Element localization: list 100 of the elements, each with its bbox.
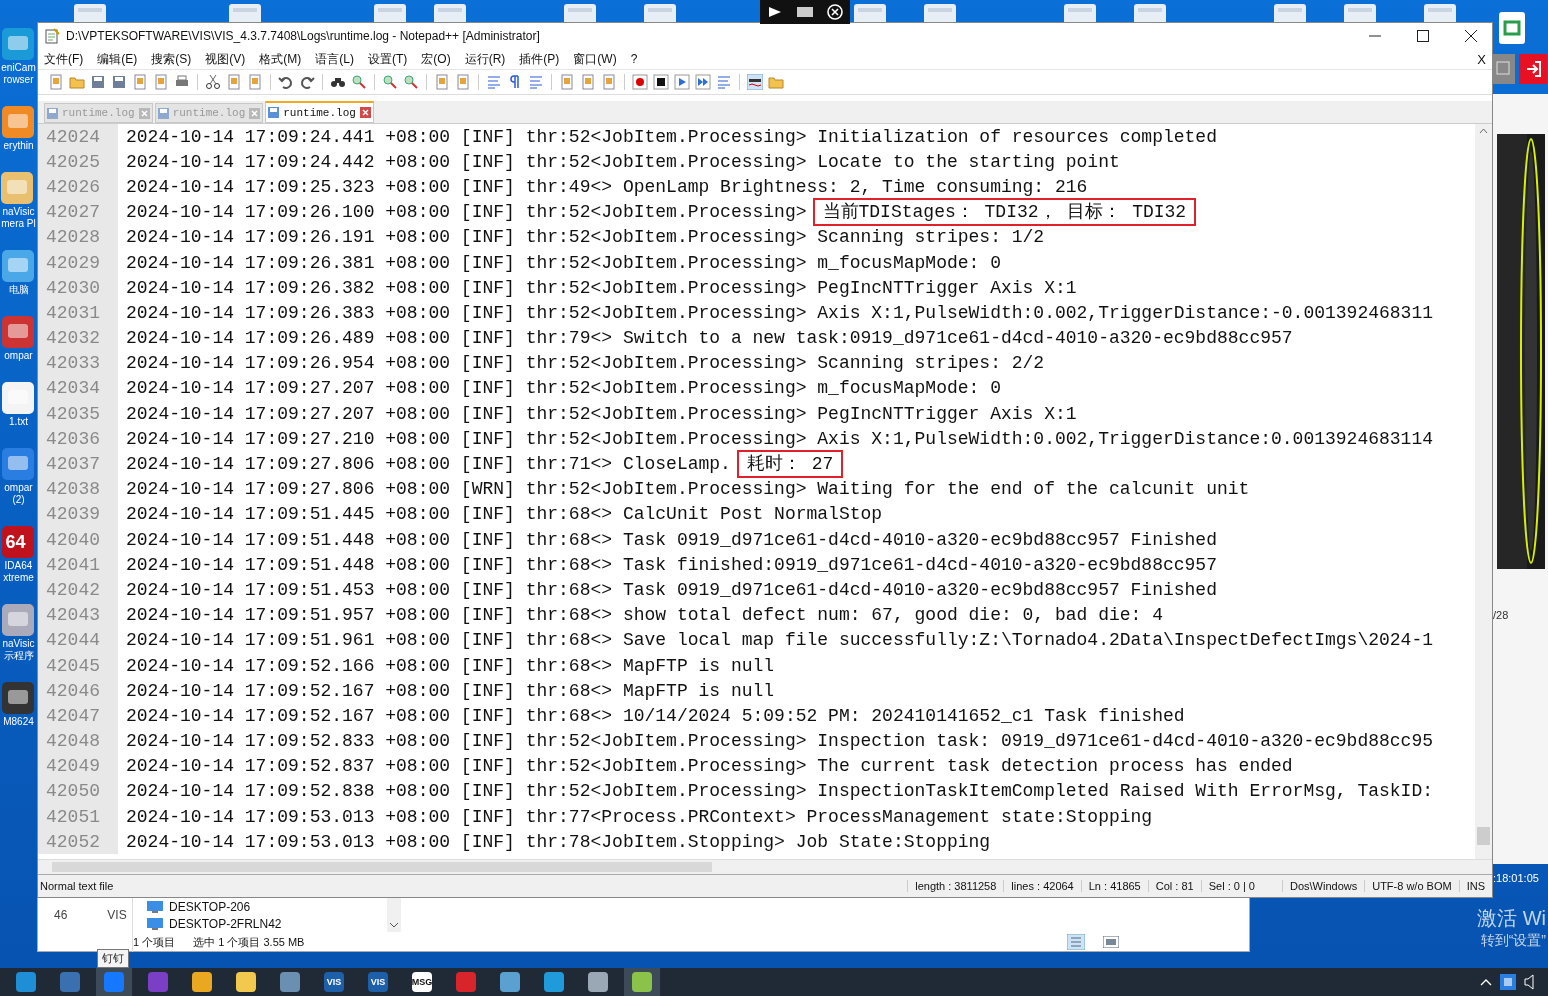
desktop-icon-label[interactable]: naVisic	[2, 206, 35, 218]
folder-icon[interactable]	[768, 74, 784, 90]
desktop-icon-label[interactable]: xtreme	[3, 572, 34, 584]
desktop-icon-label[interactable]: (2)	[12, 494, 25, 506]
menu-item[interactable]: 宏(O)	[421, 50, 451, 68]
save-icon[interactable]	[90, 74, 106, 90]
computer-icon	[147, 917, 163, 930]
resize-icon[interactable]	[796, 5, 814, 19]
log-line: 2024-10-14 17:09:52.167 +08:00 [INF] thr:68<> 10/14/2024 5:09:52 PM: 202410141652_c1 Task finished	[126, 705, 1185, 726]
menu-item[interactable]: 文件(F)	[44, 50, 84, 68]
clipboard-icon[interactable]	[247, 74, 263, 90]
preview-view-icon[interactable]	[1103, 936, 1119, 948]
redo-icon[interactable]	[299, 74, 315, 90]
close-document-button[interactable]: X	[1477, 51, 1486, 67]
clock-text: :18:01:05	[1493, 872, 1539, 884]
magnifier-icon[interactable]	[1, 104, 36, 140]
log-line: 2024-10-14 17:09:26.100 +08:00 [INF] thr:52<JobItem.Processing>	[126, 202, 807, 223]
highlighted-text: 耗时： 27	[736, 450, 844, 479]
undo-icon[interactable]	[278, 74, 294, 90]
arrow-icon[interactable]	[766, 5, 783, 19]
line-number: 42034	[38, 375, 118, 402]
taskbar-button[interactable]: VIS	[316, 968, 352, 996]
activation-text: 转到“设置”	[1480, 932, 1546, 950]
log-line: 2024-10-14 17:09:51.961 +08:00 [INF] thr:68<> Save local map file successfully:Z:\Tornado4.2Data\InspectDefectImgs\2024-1	[126, 630, 1433, 651]
scroll-thumb[interactable]	[1477, 827, 1490, 845]
desktop-icon-label[interactable]: IDA64	[4, 560, 33, 572]
file-tab[interactable]: runtime.log	[265, 101, 374, 123]
camera-icon[interactable]	[1, 602, 36, 638]
status-text: 选中 1 个项目 3.55 MB	[193, 934, 305, 950]
desktop-icon-label[interactable]: M8624	[3, 716, 34, 728]
status-field: Sel : 0 | 0	[1200, 880, 1262, 892]
scroll-thumb[interactable]	[52, 862, 712, 872]
menu-item[interactable]: 设置(T)	[368, 50, 408, 68]
file-icon[interactable]	[1, 380, 36, 416]
fast-forward-icon[interactable]	[695, 74, 711, 90]
line-number: 42036	[38, 426, 118, 452]
desktop-icon-label[interactable]: eniCam	[1, 62, 36, 74]
app-icon[interactable]	[1, 26, 36, 62]
horizontal-scrollbar[interactable]	[38, 859, 1492, 874]
play-icon[interactable]	[674, 74, 690, 90]
spreadsheet-icon[interactable]	[1497, 10, 1527, 46]
scissors-icon[interactable]	[205, 74, 221, 90]
menu-item[interactable]: 运行(R)	[464, 50, 506, 68]
insert-mode-label: INS	[1458, 880, 1492, 892]
taskbar-button[interactable]: VIS	[360, 968, 396, 996]
save-all-icon[interactable]	[111, 74, 127, 90]
exit-icon[interactable]	[1519, 54, 1547, 84]
indent-icon[interactable]	[528, 74, 544, 90]
computer-item[interactable]: DESKTOP-2FRLN42	[147, 915, 387, 932]
menu-item[interactable]: ?	[630, 52, 638, 66]
document-icon[interactable]	[1, 446, 36, 482]
desktop-icon-label[interactable]: rowser	[3, 74, 34, 86]
wrap-icon[interactable]	[486, 74, 502, 90]
stop-icon[interactable]	[653, 74, 669, 90]
menu-item[interactable]: 窗口(W)	[573, 50, 617, 68]
desktop-icon-label[interactable]: 电脑	[8, 284, 29, 296]
maximize-icon[interactable]	[1416, 29, 1430, 43]
folder-icon[interactable]	[69, 74, 85, 90]
menu-item[interactable]: 搜索(S)	[151, 50, 192, 68]
desktop-icon-label[interactable]: naVisic	[2, 638, 35, 650]
zoom-icon[interactable]	[403, 74, 419, 90]
line-ending-label: Dos\Windows	[1281, 880, 1365, 892]
line-number: 42029	[38, 249, 118, 276]
menu-item[interactable]: 插件(P)	[519, 50, 560, 68]
replace-icon[interactable]	[351, 74, 367, 90]
desktop-icon-label[interactable]: ompar	[4, 350, 33, 362]
log-line: 2024-10-14 17:09:27.210 +08:00 [INF] thr:52<JobItem.Processing> Axis X:1,PulseWidth:0.002,TriggerDistance:0.0013924683114	[126, 428, 1433, 449]
computer-item[interactable]: DESKTOP-206	[147, 898, 387, 915]
list-icon[interactable]	[716, 74, 732, 90]
taskbar-button[interactable]: MSG	[404, 968, 440, 996]
desktop-icon-label[interactable]: erythin	[3, 140, 34, 152]
box-icon[interactable]	[1, 170, 36, 206]
app-icon	[191, 971, 213, 993]
computer-icon[interactable]	[1, 248, 36, 284]
desktop-icon-label[interactable]: mera Pl	[1, 218, 36, 230]
menu-item[interactable]: 编辑(E)	[97, 50, 138, 68]
vertical-scrollbar[interactable]	[1475, 124, 1492, 859]
close-icon[interactable]	[1464, 29, 1478, 43]
menu-item[interactable]: 语言(L)	[315, 50, 354, 68]
menu-item[interactable]: 格式(M)	[259, 50, 302, 68]
desktop-icon-label[interactable]: ompar	[4, 482, 33, 494]
spellcheck-icon[interactable]	[747, 74, 763, 90]
desktop-icon-label[interactable]: 1.txt	[9, 416, 28, 428]
chevron-down-icon[interactable]	[389, 922, 399, 928]
table-cell-text: VIS	[107, 908, 127, 924]
device-icon[interactable]	[1, 680, 36, 716]
scrollbar[interactable]	[387, 898, 401, 932]
speaker-icon[interactable]	[1524, 974, 1534, 990]
menu-item[interactable]: 视图(V)	[205, 50, 246, 68]
monitor-icon	[59, 971, 81, 993]
record-icon[interactable]	[632, 74, 648, 90]
app-icon	[411, 971, 433, 993]
zoom-icon[interactable]	[382, 74, 398, 90]
line-number: 42024	[38, 124, 118, 150]
taskbar-button[interactable]	[624, 968, 660, 996]
log-line: 2024-10-14 17:09:26.381 +08:00 [INF] thr:52<JobItem.Processing> m_focusMapMode: 0	[126, 252, 1001, 273]
log-line: 2024-10-14 17:09:52.838 +08:00 [INF] thr:52<JobItem.Processing> InspectionTaskItemCompleted Raised With ErrorMsg, TaskID:	[126, 781, 1433, 802]
log-line: 2024-10-14 17:09:51.448 +08:00 [INF] thr:68<> Task finished:0919_d971ce61-d4cd-4010-a320-ec9bd88cc957	[126, 554, 1217, 575]
line-number: 42038	[38, 476, 118, 502]
desktop-icon-label[interactable]: 示程序	[3, 650, 34, 662]
